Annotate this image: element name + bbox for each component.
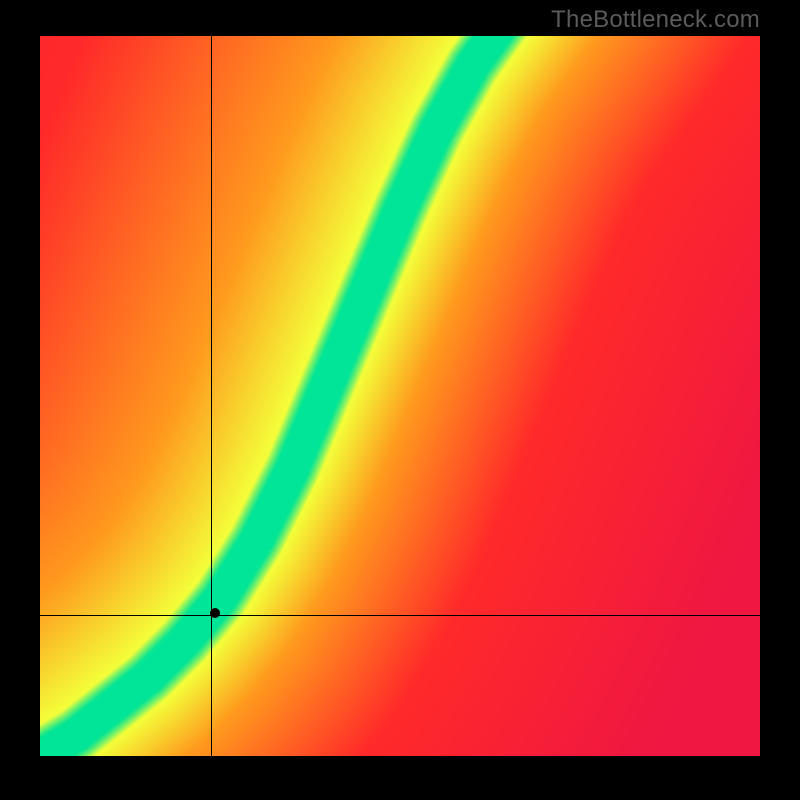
watermark-text: TheBottleneck.com — [551, 6, 760, 34]
heatmap-plot — [40, 36, 760, 756]
marker-dot — [210, 608, 220, 618]
crosshair-horizontal — [40, 615, 760, 616]
heatmap-canvas — [40, 36, 760, 756]
crosshair-vertical — [211, 36, 212, 756]
chart-frame: TheBottleneck.com — [0, 0, 800, 800]
